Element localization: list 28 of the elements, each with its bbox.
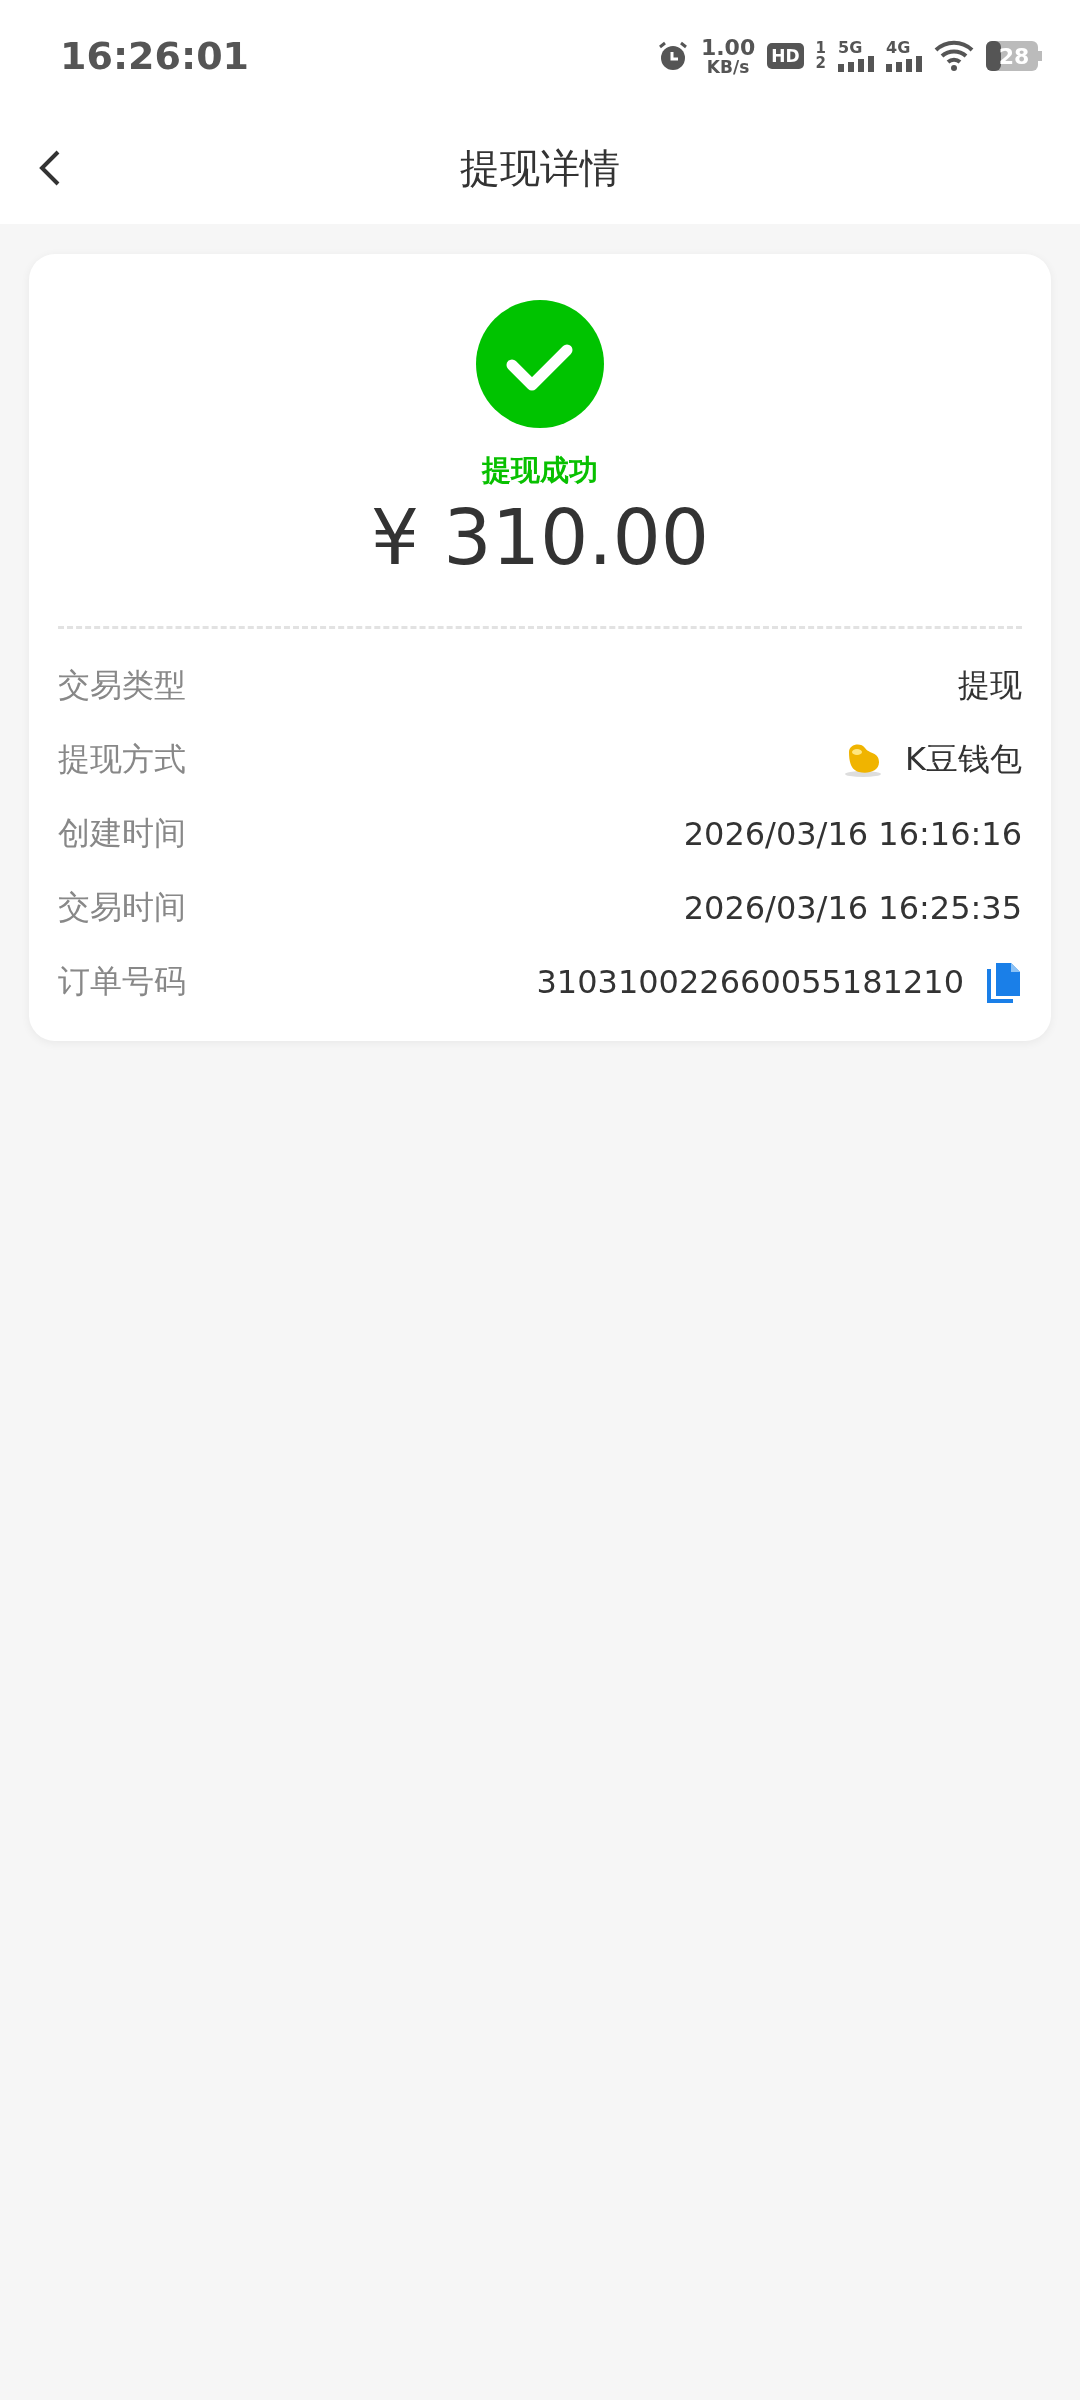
detail-value: 310310022660055181210	[536, 963, 964, 1001]
detail-value: 2026/03/16 16:16:16	[683, 815, 1022, 853]
detail-value: 2026/03/16 16:25:35	[683, 889, 1022, 927]
status-text: 提现成功	[482, 452, 598, 489]
copy-icon[interactable]	[986, 961, 1022, 1003]
detail-value: K豆钱包	[905, 739, 1022, 780]
detail-value: 提现	[958, 665, 1022, 706]
sim-number: 1	[815, 41, 826, 56]
hd-badge: HD	[767, 43, 804, 69]
status-time: 16:26:01	[60, 34, 251, 78]
network-type: 4G	[886, 40, 911, 56]
alarm-icon	[656, 40, 689, 72]
detail-label: 提现方式	[58, 739, 186, 780]
detail-label: 订单号码	[58, 961, 186, 1002]
sim-number: 2	[815, 56, 826, 71]
amount: ¥ 310.00	[370, 493, 710, 582]
detail-label: 创建时间	[58, 813, 186, 854]
bean-icon	[843, 742, 883, 778]
success-check-icon	[475, 299, 605, 429]
signal-icon	[886, 56, 922, 72]
speed-unit: KB/s	[706, 58, 750, 76]
detail-label: 交易时间	[58, 887, 186, 928]
network-type: 5G	[838, 40, 863, 56]
wifi-icon	[934, 40, 974, 72]
detail-label: 交易类型	[58, 665, 186, 706]
page-title: 提现详情	[460, 143, 620, 193]
signal-icon	[838, 56, 874, 72]
network-speed: 1.00	[700, 36, 756, 59]
